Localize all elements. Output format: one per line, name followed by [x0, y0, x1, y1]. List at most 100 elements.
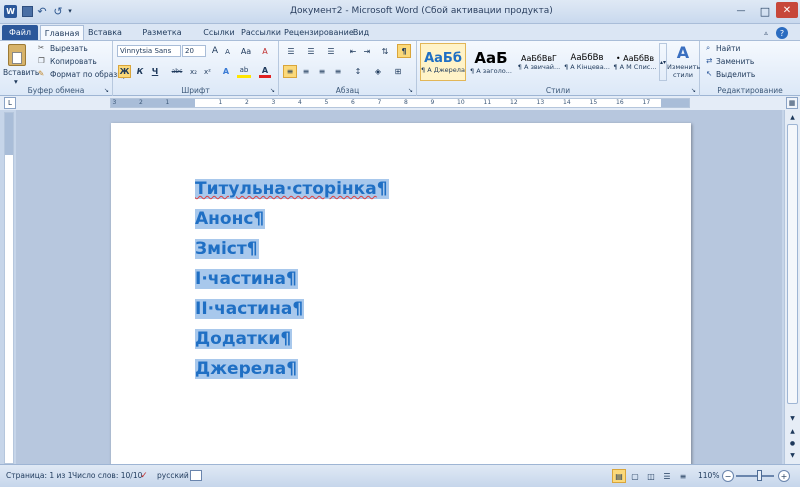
style-item-heading[interactable]: АаБ ¶ А заголо...	[468, 43, 514, 81]
next-page-icon[interactable]: ▼	[786, 450, 799, 461]
dialog-launcher-icon[interactable]: ↘	[408, 87, 413, 94]
align-center-button[interactable]: ≡	[299, 65, 313, 78]
doc-line-title-page[interactable]: Титульна·сторінка¶	[195, 174, 389, 204]
save-icon[interactable]	[22, 6, 33, 17]
web-layout-view-icon[interactable]: ◫	[644, 469, 658, 483]
close-button[interactable]: ✕	[776, 2, 798, 18]
minimize-button[interactable]: —	[730, 4, 752, 18]
doc-line-part-one[interactable]: І·частина¶	[195, 264, 298, 294]
proofing-icon[interactable]: ✓	[137, 469, 151, 483]
outline-view-icon[interactable]: ☰	[660, 469, 674, 483]
undo-icon[interactable]: ↶	[36, 4, 48, 18]
underline-button[interactable]: Ч	[149, 65, 161, 78]
align-left-button[interactable]: ≡	[283, 65, 297, 78]
zoom-slider-track[interactable]	[736, 475, 774, 477]
zoom-slider-thumb[interactable]	[757, 470, 762, 481]
doc-line-sources[interactable]: Джерела¶	[195, 354, 299, 384]
replace-button[interactable]: Заменить	[716, 57, 754, 66]
scroll-thumb[interactable]	[787, 124, 798, 404]
tab-mailings[interactable]: Рассылки	[238, 25, 284, 41]
horizontal-ruler[interactable]: 3 2 1 1 2 3 4 5 6 7 8 9 10 11 12 13 14 15 16 17	[110, 98, 690, 108]
justify-button[interactable]: ≡	[331, 65, 345, 78]
view-ruler-icon[interactable]: ▦	[786, 97, 798, 109]
paste-icon[interactable]	[8, 44, 26, 66]
numbering-icon[interactable]: ☰	[303, 45, 319, 57]
grow-font-button[interactable]: A	[209, 45, 221, 57]
tab-view[interactable]: Вид	[348, 25, 374, 41]
borders-icon[interactable]: ⊞	[391, 65, 405, 78]
style-item-list[interactable]: • АаБбВв ¶ А М Спис...	[612, 43, 658, 81]
page-count[interactable]: Страница: 1 из 1	[6, 471, 73, 480]
styles-scroll-icon[interactable]: ▴▾	[659, 43, 667, 81]
style-item-sources[interactable]: АаБб ¶ А Джерела	[420, 43, 466, 81]
doc-line-appendices[interactable]: Додатки¶	[195, 324, 293, 354]
font-color-button[interactable]: A	[259, 65, 271, 78]
italic-button[interactable]: К	[134, 65, 146, 78]
subscript-button[interactable]: x₂	[187, 65, 200, 78]
doc-line-announcement[interactable]: Анонс¶	[195, 204, 266, 234]
change-case-button[interactable]: Aa	[237, 45, 255, 57]
zoom-in-icon[interactable]: +	[778, 470, 790, 482]
paste-dropdown-icon[interactable]: ▾	[14, 77, 18, 86]
doc-line-contents[interactable]: Зміст¶	[195, 234, 259, 264]
find-button[interactable]: Найти	[716, 44, 740, 53]
sort-icon[interactable]: ⇅	[379, 45, 391, 57]
style-item-normal[interactable]: АаБбВвГ ¶ А звичай...	[516, 43, 562, 81]
show-marks-button[interactable]: ¶	[397, 44, 411, 58]
document-page[interactable]: Титульна·сторінка¶ Анонс¶ Зміст¶ І·части…	[111, 123, 691, 473]
change-styles-icon[interactable]: A	[673, 43, 693, 62]
cut-button[interactable]: Вырезать	[50, 44, 88, 53]
change-styles-button[interactable]: Изменить стили	[667, 63, 700, 79]
tab-selector-icon[interactable]: L	[4, 97, 16, 109]
font-size-select[interactable]: 20	[182, 45, 206, 57]
dialog-launcher-icon[interactable]: ↘	[270, 87, 275, 94]
dialog-launcher-icon[interactable]: ↘	[691, 87, 696, 94]
draft-view-icon[interactable]: ≡	[676, 469, 690, 483]
full-screen-view-icon[interactable]: ▢	[628, 469, 642, 483]
dialog-launcher-icon[interactable]: ↘	[104, 87, 109, 94]
font-name-select[interactable]: Vinnytsia Sans	[117, 45, 181, 57]
scroll-up-icon[interactable]: ▲	[786, 111, 799, 123]
tab-references[interactable]: Ссылки	[200, 25, 238, 41]
text-effects-button[interactable]: A	[220, 65, 232, 78]
word-count[interactable]: Число слов: 10/10	[72, 471, 142, 480]
scroll-down-icon[interactable]: ▼	[786, 412, 799, 424]
zoom-level[interactable]: 110%	[698, 471, 719, 480]
bullets-icon[interactable]: ☰	[283, 45, 299, 57]
shading-icon[interactable]: ◈	[371, 65, 385, 78]
print-layout-view-icon[interactable]: ▤	[612, 469, 626, 483]
superscript-button[interactable]: x²	[201, 65, 214, 78]
multilevel-list-icon[interactable]: ☰	[323, 45, 339, 57]
vertical-ruler[interactable]	[4, 112, 14, 464]
tab-insert[interactable]: Вставка	[86, 25, 124, 41]
increase-indent-icon[interactable]: ⇥	[361, 45, 373, 57]
bold-button[interactable]: Ж	[118, 65, 131, 78]
shrink-font-button[interactable]: A	[222, 46, 233, 57]
macro-record-icon[interactable]	[190, 470, 202, 481]
tab-home[interactable]: Главная	[40, 25, 84, 41]
clear-format-button[interactable]: A	[259, 45, 271, 57]
tab-review[interactable]: Рецензирование	[284, 25, 354, 41]
align-right-button[interactable]: ≡	[315, 65, 329, 78]
highlight-button[interactable]: ab	[237, 65, 251, 78]
maximize-button[interactable]: □	[754, 4, 776, 18]
tab-file[interactable]: Файл	[2, 25, 38, 41]
copy-button[interactable]: Копировать	[50, 57, 97, 66]
decrease-indent-icon[interactable]: ⇤	[347, 45, 359, 57]
zoom-out-icon[interactable]: −	[722, 470, 734, 482]
line-spacing-icon[interactable]: ↕	[351, 65, 365, 78]
minimize-ribbon-icon[interactable]: ▵	[760, 27, 772, 39]
strikethrough-button[interactable]: abc	[169, 65, 185, 78]
help-icon[interactable]: ?	[776, 27, 788, 39]
browse-object-icon[interactable]: ●	[786, 438, 799, 449]
language-indicator[interactable]: русский	[157, 471, 189, 480]
vertical-scrollbar[interactable]: ▲ ▼ ▲ ● ▼	[784, 110, 800, 464]
paste-button[interactable]: Вставить	[3, 68, 39, 77]
previous-page-icon[interactable]: ▲	[786, 426, 799, 437]
style-item-endnote[interactable]: АаБбВв ¶ А Кінцева...	[564, 43, 610, 81]
redo-icon[interactable]: ↺	[52, 4, 64, 18]
customize-toolbar-icon[interactable]: ▾	[66, 5, 74, 17]
select-button[interactable]: Выделить	[716, 70, 755, 79]
tab-page-layout[interactable]: Разметка страницы	[124, 25, 200, 52]
word-icon[interactable]: W	[4, 5, 17, 18]
